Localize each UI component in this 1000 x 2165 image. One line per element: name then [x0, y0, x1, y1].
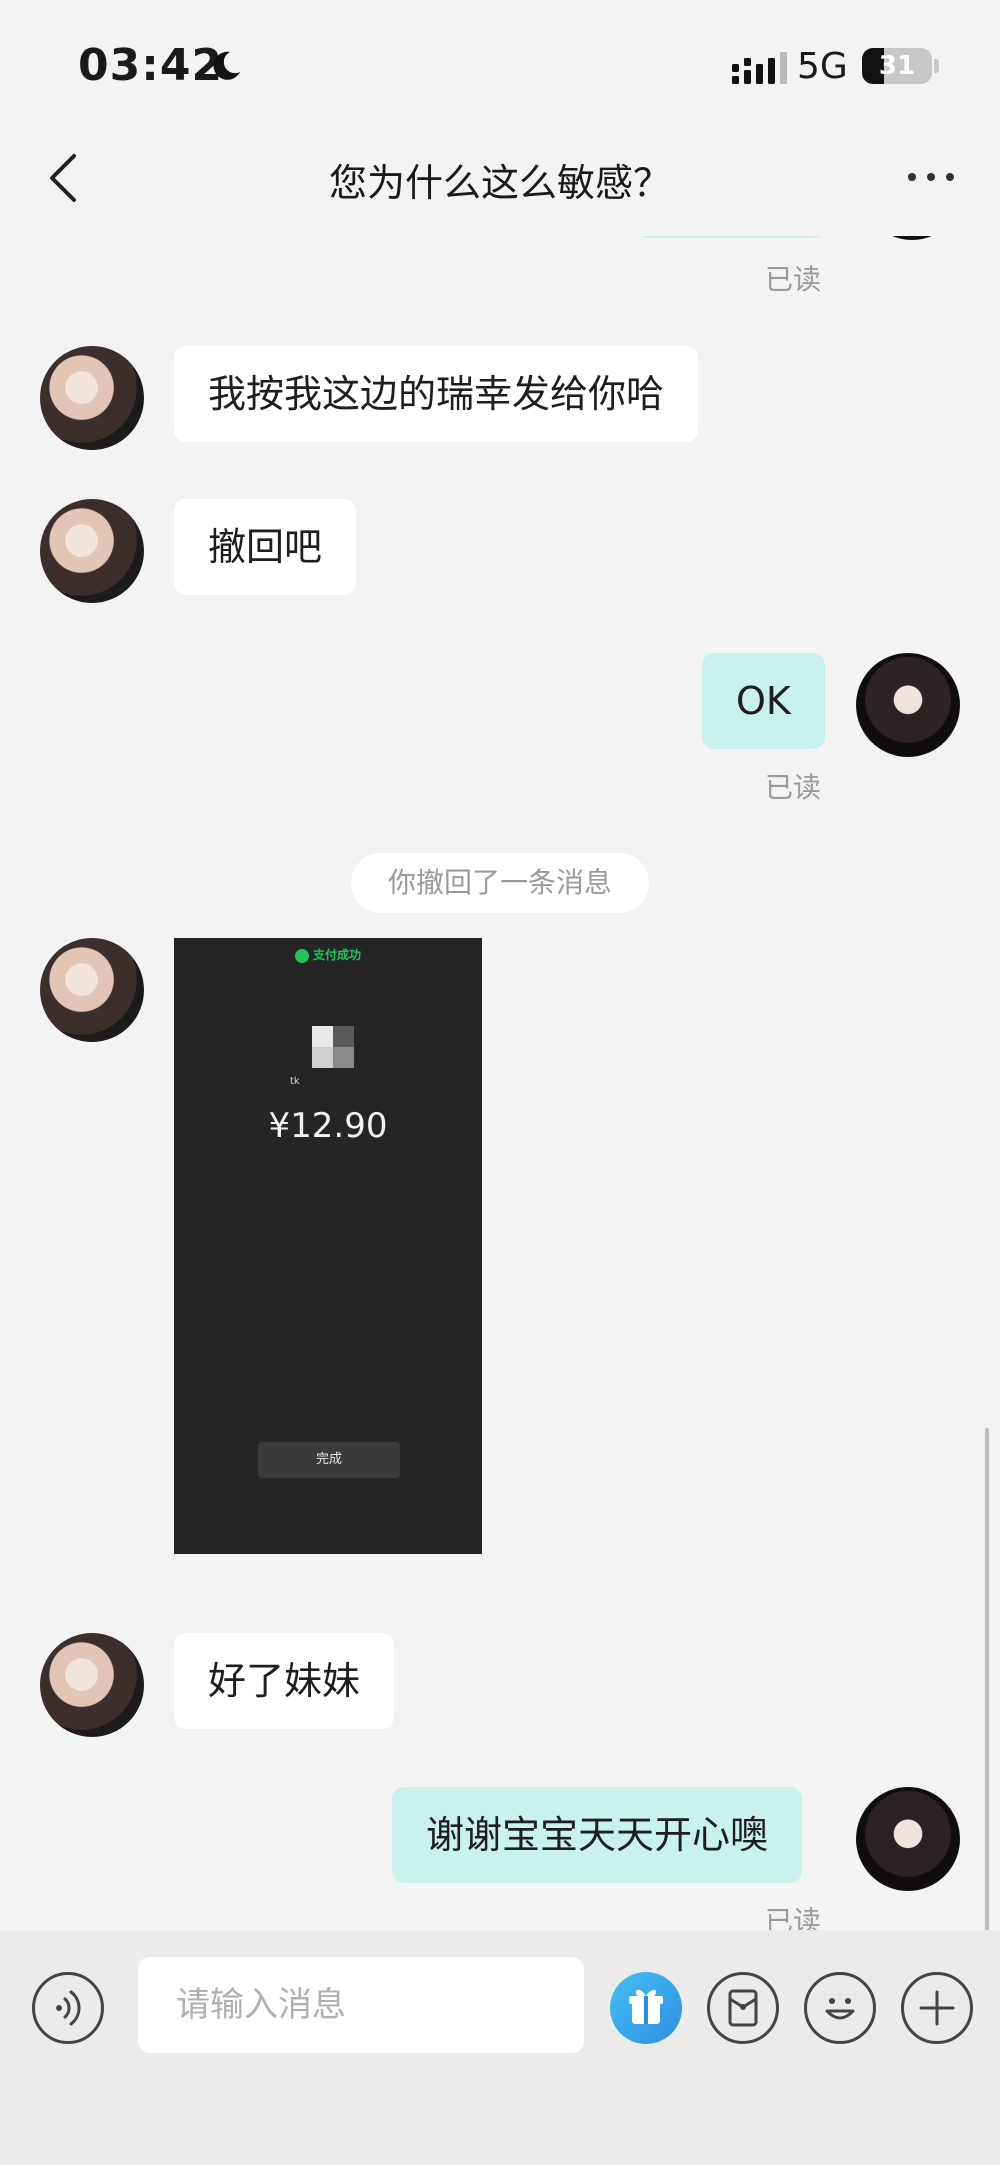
network-type: 5G [797, 46, 848, 87]
incoming-message[interactable]: 好了妹妹 [174, 1633, 395, 1729]
input-bar [0, 1930, 1000, 2165]
scrollbar[interactable] [985, 1428, 989, 1930]
battery-nub [934, 59, 939, 73]
incoming-message[interactable]: 撤回吧 [174, 499, 357, 595]
contact-avatar[interactable] [40, 938, 144, 1042]
merchant-logo-mosaic [312, 1026, 354, 1068]
payment-title: 支付成功 [312, 948, 361, 962]
contact-avatar[interactable] [40, 1633, 144, 1737]
red-packet-icon [728, 1989, 758, 2027]
red-packet-button[interactable] [707, 1972, 779, 2044]
more-icon[interactable] [896, 152, 966, 202]
outgoing-message[interactable]: 谢谢宝宝天天开心噢 [392, 1787, 803, 1883]
signal-icon [732, 52, 787, 84]
plus-button[interactable] [901, 1972, 973, 2044]
chat-title: 您为什么这么敏感？ [328, 161, 671, 205]
status-time: 03:42 [78, 40, 224, 91]
battery-level: 31 [878, 51, 916, 81]
payment-done-button: 完成 [258, 1442, 400, 1478]
self-avatar[interactable] [856, 653, 960, 757]
back-icon[interactable] [36, 146, 92, 210]
outgoing-message[interactable]: OK [702, 653, 825, 749]
contact-avatar[interactable] [40, 499, 144, 603]
payment-screenshot-image[interactable]: 支付成功 tk ¥12.90 完成 [174, 938, 482, 1554]
chat-area[interactable]: 已读 我按我这边的瑞幸发给你哈 撤回吧 OK 已读 你撤回了一条消息 支付成功 … [0, 236, 1000, 1930]
emoji-icon [825, 1998, 855, 2020]
voice-icon [56, 1990, 81, 2026]
status-bar: 03:42 5G 31 [0, 0, 1000, 120]
self-avatar[interactable] [856, 1787, 960, 1891]
check-icon [294, 948, 309, 963]
gift-icon [629, 1989, 663, 2024]
read-status: 已读 [765, 1905, 822, 1930]
recall-notice: 你撤回了一条消息 [351, 853, 649, 913]
payment-amount: ¥12.90 [268, 1106, 388, 1146]
payment-title-row: 支付成功 [174, 946, 482, 963]
read-status: 已读 [765, 771, 822, 804]
partial-outgoing-bubble [636, 236, 826, 238]
battery-icon: 31 [862, 48, 932, 84]
nav-bar: 您为什么这么敏感？ [0, 120, 1000, 236]
moon-icon [213, 51, 240, 80]
self-avatar-partial[interactable] [860, 236, 964, 240]
emoji-button[interactable] [804, 1972, 876, 2044]
contact-avatar[interactable] [40, 346, 144, 450]
read-status: 已读 [765, 263, 822, 296]
merchant-name: tk [290, 1076, 300, 1087]
message-input[interactable] [138, 1957, 584, 2053]
plus-icon [919, 1990, 955, 2026]
gift-button[interactable] [610, 1972, 682, 2044]
voice-button[interactable] [32, 1972, 104, 2044]
incoming-message[interactable]: 我按我这边的瑞幸发给你哈 [174, 346, 699, 442]
